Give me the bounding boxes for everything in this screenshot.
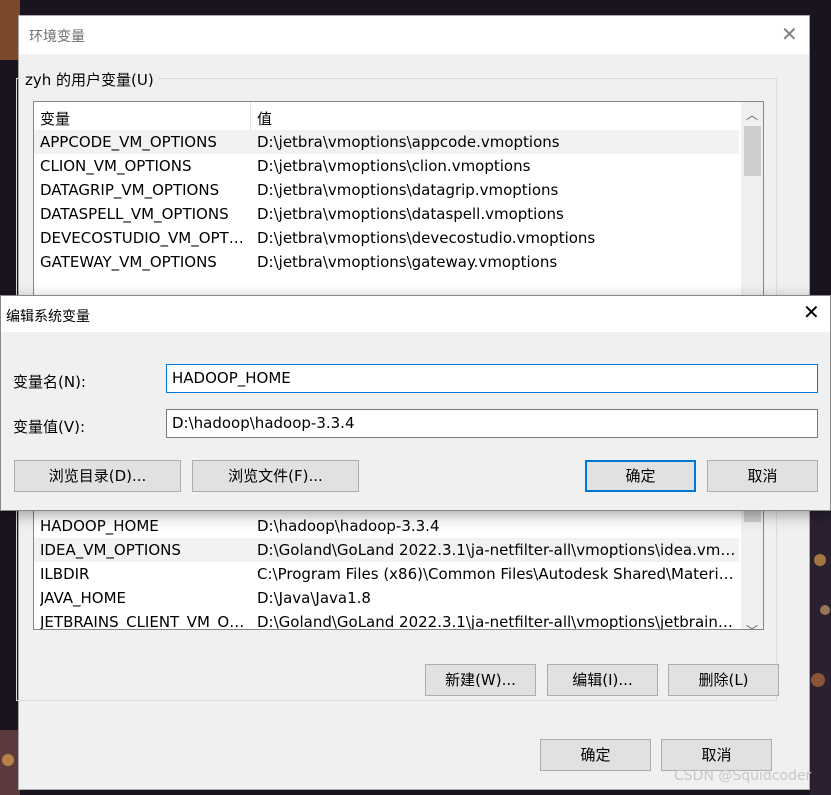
list-header: 变量 值	[34, 102, 739, 131]
edit-button[interactable]: 编辑(I)...	[547, 664, 658, 696]
row-value: D:\jetbra\vmoptions\datagrip.vmoptions	[257, 181, 559, 199]
row-value: D:\Goland\GoLand 2022.3.1\ja-netfilter-a…	[257, 541, 737, 559]
row-name: GATEWAY_VM_OPTIONS	[40, 253, 217, 271]
dialog-cancel-button[interactable]: 取消	[707, 460, 818, 492]
row-name: DATASPELL_VM_OPTIONS	[40, 205, 229, 223]
scroll-thumb[interactable]	[744, 126, 761, 176]
column-header-name[interactable]: 变量	[40, 108, 70, 129]
delete-button[interactable]: 删除(L)	[668, 664, 779, 696]
row-name: CLION_VM_OPTIONS	[40, 157, 192, 175]
row-name: APPCODE_VM_OPTIONS	[40, 133, 217, 151]
list-row-dataspell[interactable]: DATASPELL_VM_OPTIONS D:\jetbra\vmoptions…	[34, 202, 739, 226]
list-row-appcode[interactable]: APPCODE_VM_OPTIONS D:\jetbra\vmoptions\a…	[34, 130, 739, 154]
list-row-java-home[interactable]: JAVA_HOME D:\Java\Java1.8	[34, 586, 739, 610]
new-button[interactable]: 新建(W)...	[425, 664, 536, 696]
env-ok-button[interactable]: 确定	[540, 739, 651, 771]
dialog-ok-button[interactable]: 确定	[585, 460, 696, 492]
env-cancel-button[interactable]: 取消	[661, 739, 772, 771]
edit-system-variable-dialog: 编辑系统变量 ✕ 变量名(N): HADOOP_HOME 变量值(V): D:\…	[0, 295, 831, 511]
row-value: D:\jetbra\vmoptions\dataspell.vmoptions	[257, 205, 564, 223]
variable-name-input[interactable]: HADOOP_HOME	[166, 364, 818, 393]
watermark: CSDN @Squidcoder	[674, 768, 812, 784]
env-close-icon[interactable]: ✕	[781, 24, 798, 44]
list-row-idea[interactable]: IDEA_VM_OPTIONS D:\Goland\GoLand 2022.3.…	[34, 538, 739, 562]
row-name: HADOOP_HOME	[40, 517, 159, 535]
row-value: D:\jetbra\vmoptions\gateway.vmoptions	[257, 253, 558, 271]
row-value: D:\Java\Java1.8	[257, 589, 371, 607]
row-name: DEVECOSTUDIO_VM_OPTI...	[40, 229, 246, 247]
variable-value-label: 变量值(V):	[13, 418, 86, 436]
variable-name-label: 变量名(N):	[13, 373, 86, 391]
list-row-gateway[interactable]: GATEWAY_VM_OPTIONS D:\jetbra\vmoptions\g…	[34, 250, 739, 274]
dialog-title: 编辑系统变量	[6, 309, 90, 325]
list-row-hadoop-home[interactable]: HADOOP_HOME D:\hadoop\hadoop-3.3.4	[34, 514, 739, 538]
column-header-value[interactable]: 值	[257, 108, 272, 129]
list-row-datagrip[interactable]: DATAGRIP_VM_OPTIONS D:\jetbra\vmoptions\…	[34, 178, 739, 202]
row-value: C:\Program Files (x86)\Common Files\Auto…	[257, 565, 737, 583]
list-row-ilbdir[interactable]: ILBDIR C:\Program Files (x86)\Common Fil…	[34, 562, 739, 586]
row-name: JAVA_HOME	[40, 589, 127, 607]
list-row-devecostudio[interactable]: DEVECOSTUDIO_VM_OPTI... D:\jetbra\vmopti…	[34, 226, 739, 250]
row-value: D:\jetbra\vmoptions\clion.vmoptions	[257, 157, 531, 175]
column-separator	[250, 102, 251, 130]
row-value: D:\jetbra\vmoptions\appcode.vmoptions	[257, 133, 560, 151]
browse-file-button[interactable]: 浏览文件(F)...	[192, 460, 359, 492]
scroll-down-arrow-icon[interactable]: ﹀	[745, 624, 759, 629]
browse-directory-button[interactable]: 浏览目录(D)...	[14, 460, 181, 492]
scroll-up-arrow-icon[interactable]: ︿	[745, 108, 759, 122]
list-row-clion[interactable]: CLION_VM_OPTIONS D:\jetbra\vmoptions\cli…	[34, 154, 739, 178]
env-window-title: 环境变量	[29, 29, 85, 45]
list-row-jetbrains-client[interactable]: JETBRAINS_CLIENT_VM_OP... D:\Goland\GoLa…	[34, 610, 739, 630]
user-variables-list[interactable]: 变量 值 APPCODE_VM_OPTIONS D:\jetbra\vmopti…	[33, 101, 764, 301]
list-scrollbar[interactable]: ︿	[741, 102, 763, 301]
dialog-close-icon[interactable]: ✕	[803, 302, 820, 322]
dialog-titlebar: 编辑系统变量 ✕	[1, 296, 830, 332]
row-value: D:\hadoop\hadoop-3.3.4	[257, 517, 440, 535]
row-name: DATAGRIP_VM_OPTIONS	[40, 181, 220, 199]
row-value: D:\Goland\GoLand 2022.3.1\ja-netfilter-a…	[257, 613, 737, 630]
variable-value-input[interactable]: D:\hadoop\hadoop-3.3.4	[166, 409, 818, 438]
env-titlebar: 环境变量 ✕	[19, 16, 809, 54]
user-variables-group-title: zyh 的用户变量(U)	[21, 69, 158, 90]
row-name: ILBDIR	[40, 565, 90, 583]
row-value: D:\jetbra\vmoptions\devecostudio.vmoptio…	[257, 229, 596, 247]
row-name: JETBRAINS_CLIENT_VM_OP...	[40, 613, 246, 630]
row-name: IDEA_VM_OPTIONS	[40, 541, 181, 559]
